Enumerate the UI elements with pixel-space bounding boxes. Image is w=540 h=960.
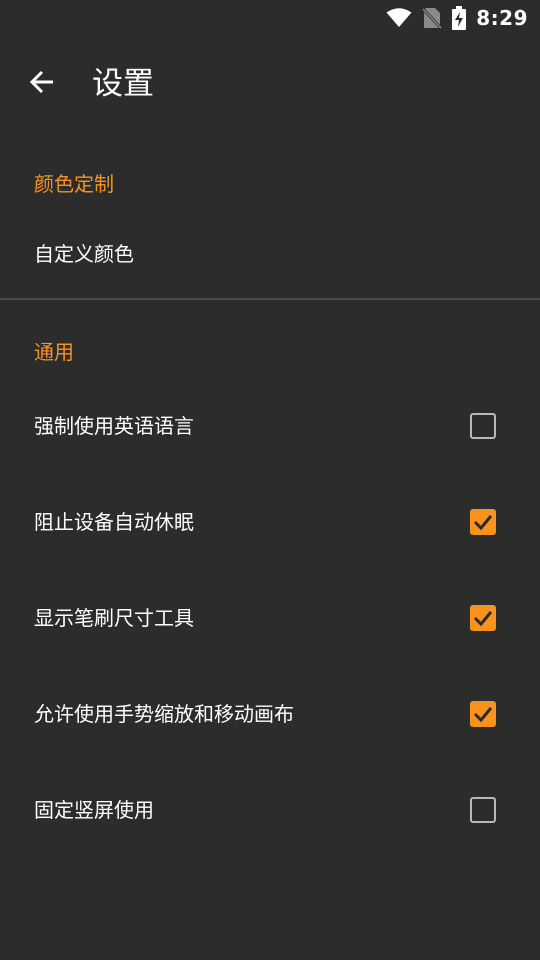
status-icons: 8:29 bbox=[386, 0, 528, 36]
section-header-color: 颜色定制 bbox=[34, 172, 114, 196]
section-divider bbox=[0, 298, 540, 300]
battery-charging-icon bbox=[452, 6, 467, 30]
checkbox-prevent-sleep[interactable] bbox=[470, 509, 496, 535]
checkbox-show-brush-size[interactable] bbox=[470, 605, 496, 631]
section-header-general: 通用 bbox=[34, 340, 74, 364]
pref-label: 强制使用英语语言 bbox=[34, 414, 194, 438]
wifi-icon bbox=[386, 8, 412, 28]
status-time: 8:29 bbox=[476, 6, 528, 30]
pref-gesture-zoom[interactable]: 允许使用手势缩放和移动画布 bbox=[0, 666, 540, 762]
arrow-left-icon bbox=[28, 68, 56, 100]
checkbox-lock-portrait[interactable] bbox=[470, 797, 496, 823]
page-title: 设置 bbox=[92, 66, 154, 102]
pref-lock-portrait[interactable]: 固定竖屏使用 bbox=[0, 762, 540, 858]
pref-prevent-sleep[interactable]: 阻止设备自动休眠 bbox=[0, 474, 540, 570]
pref-label: 阻止设备自动休眠 bbox=[34, 510, 194, 534]
check-icon bbox=[473, 611, 493, 627]
checkbox-force-english[interactable] bbox=[470, 413, 496, 439]
back-button[interactable] bbox=[18, 60, 66, 108]
check-icon bbox=[473, 707, 493, 723]
pref-custom-color[interactable]: 自定义颜色 bbox=[0, 218, 540, 290]
status-bar: 8:29 bbox=[0, 0, 540, 36]
checkbox-gesture-zoom[interactable] bbox=[470, 701, 496, 727]
pref-label: 自定义颜色 bbox=[34, 242, 134, 266]
pref-force-english[interactable]: 强制使用英语语言 bbox=[0, 378, 540, 474]
pref-label: 显示笔刷尺寸工具 bbox=[34, 606, 194, 630]
pref-show-brush-size[interactable]: 显示笔刷尺寸工具 bbox=[0, 570, 540, 666]
app-bar: 设置 bbox=[0, 36, 540, 132]
no-sim-icon bbox=[422, 7, 443, 29]
pref-label: 固定竖屏使用 bbox=[34, 798, 154, 822]
check-icon bbox=[473, 515, 493, 531]
pref-label: 允许使用手势缩放和移动画布 bbox=[34, 702, 294, 726]
